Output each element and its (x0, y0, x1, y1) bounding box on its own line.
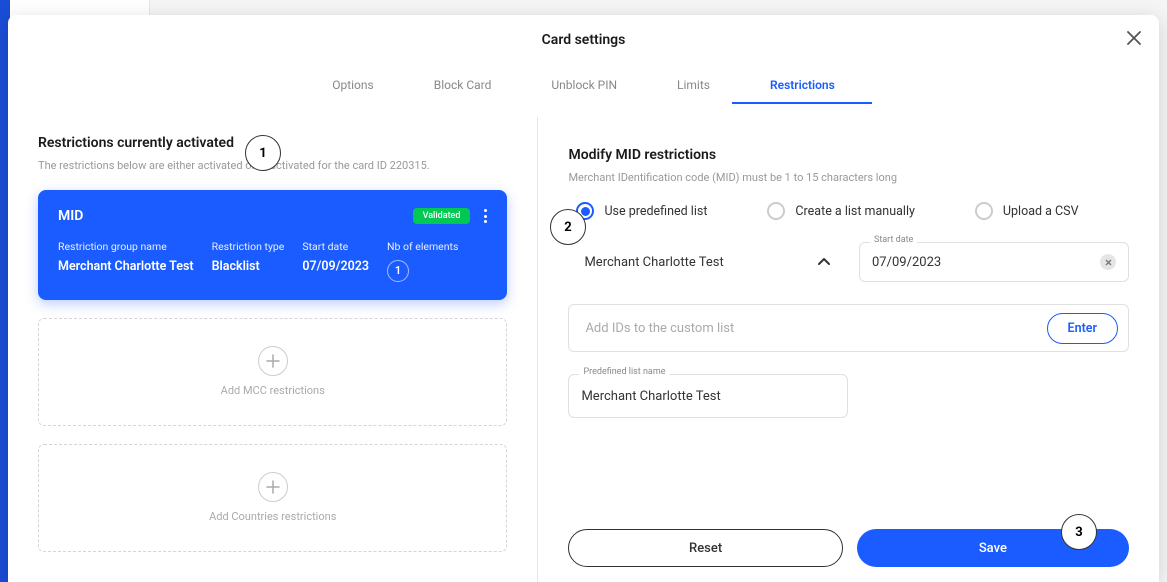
start-date-label: Start date (302, 240, 369, 253)
callout-1: 1 (245, 135, 281, 171)
restriction-type-label: Restriction type (212, 240, 285, 253)
tab-limits[interactable]: Limits (647, 68, 740, 102)
radio-predefined-label: Use predefined list (604, 204, 707, 219)
kebab-icon (484, 209, 487, 212)
mid-restriction-card[interactable]: MID Validated Restriction group name Mer… (38, 190, 507, 300)
tab-block-card[interactable]: Block Card (404, 68, 522, 102)
kebab-menu-button[interactable] (484, 209, 487, 223)
reset-button[interactable]: Reset (568, 529, 842, 567)
add-ids-container: Enter (568, 304, 1129, 352)
restriction-type-value: Blacklist (212, 259, 285, 274)
start-date-field[interactable]: Start date 07/09/2023 (859, 242, 1129, 282)
modal-title: Card settings (542, 32, 626, 48)
plus-icon (258, 472, 288, 502)
radio-icon (975, 202, 993, 220)
enter-button[interactable]: Enter (1047, 313, 1118, 344)
tab-restrictions[interactable]: Restrictions (740, 68, 865, 102)
callout-3: 3 (1061, 514, 1097, 550)
tab-unblock-pin[interactable]: Unblock PIN (521, 68, 647, 102)
close-icon (1127, 31, 1141, 45)
radio-predefined-list[interactable]: Use predefined list (576, 202, 707, 220)
radio-manual-list[interactable]: Create a list manually (767, 202, 914, 220)
predefined-list-name-value: Merchant Charlotte Test (581, 389, 720, 404)
close-icon (1105, 259, 1112, 266)
elements-count: 1 (387, 260, 409, 282)
elements-label: Nb of elements (387, 240, 458, 253)
restriction-group-label: Restriction group name (58, 240, 194, 253)
right-section-title: Modify MID restrictions (568, 147, 1129, 163)
add-countries-button[interactable]: Add Countries restrictions (38, 444, 507, 552)
card-settings-modal: Card settings Options Block Card Unblock… (8, 15, 1159, 582)
dropdown-value: Merchant Charlotte Test (584, 255, 723, 270)
mid-card-title: MID (58, 208, 83, 224)
radio-upload-csv[interactable]: Upload a CSV (975, 202, 1079, 220)
predefined-list-name-field[interactable]: Predefined list name Merchant Charlotte … (568, 374, 848, 418)
predefined-list-dropdown[interactable]: Merchant Charlotte Test (572, 242, 843, 282)
right-section-subtitle: Merchant IDentification code (MID) must … (568, 171, 1129, 184)
chevron-up-icon (817, 257, 831, 267)
add-mcc-label: Add MCC restrictions (221, 384, 325, 397)
callout-2: 2 (550, 209, 586, 245)
radio-icon (767, 202, 785, 220)
add-ids-input[interactable] (585, 321, 1046, 336)
plus-icon (258, 346, 288, 376)
tab-options[interactable]: Options (302, 68, 404, 102)
add-countries-label: Add Countries restrictions (209, 510, 336, 523)
clear-date-button[interactable] (1100, 254, 1116, 270)
tab-bar: Options Block Card Unblock PIN Limits Re… (8, 65, 1159, 105)
restriction-group-value: Merchant Charlotte Test (58, 259, 194, 274)
radio-csv-label: Upload a CSV (1003, 204, 1079, 219)
start-date-value: 07/09/2023 (302, 259, 369, 274)
close-button[interactable] (1127, 31, 1141, 45)
radio-manual-label: Create a list manually (795, 204, 914, 219)
status-badge: Validated (413, 208, 471, 224)
start-date-input-value: 07/09/2023 (872, 255, 1100, 270)
start-date-float-label: Start date (870, 235, 917, 245)
predefined-list-name-label: Predefined list name (579, 367, 669, 377)
add-mcc-button[interactable]: Add MCC restrictions (38, 318, 507, 426)
